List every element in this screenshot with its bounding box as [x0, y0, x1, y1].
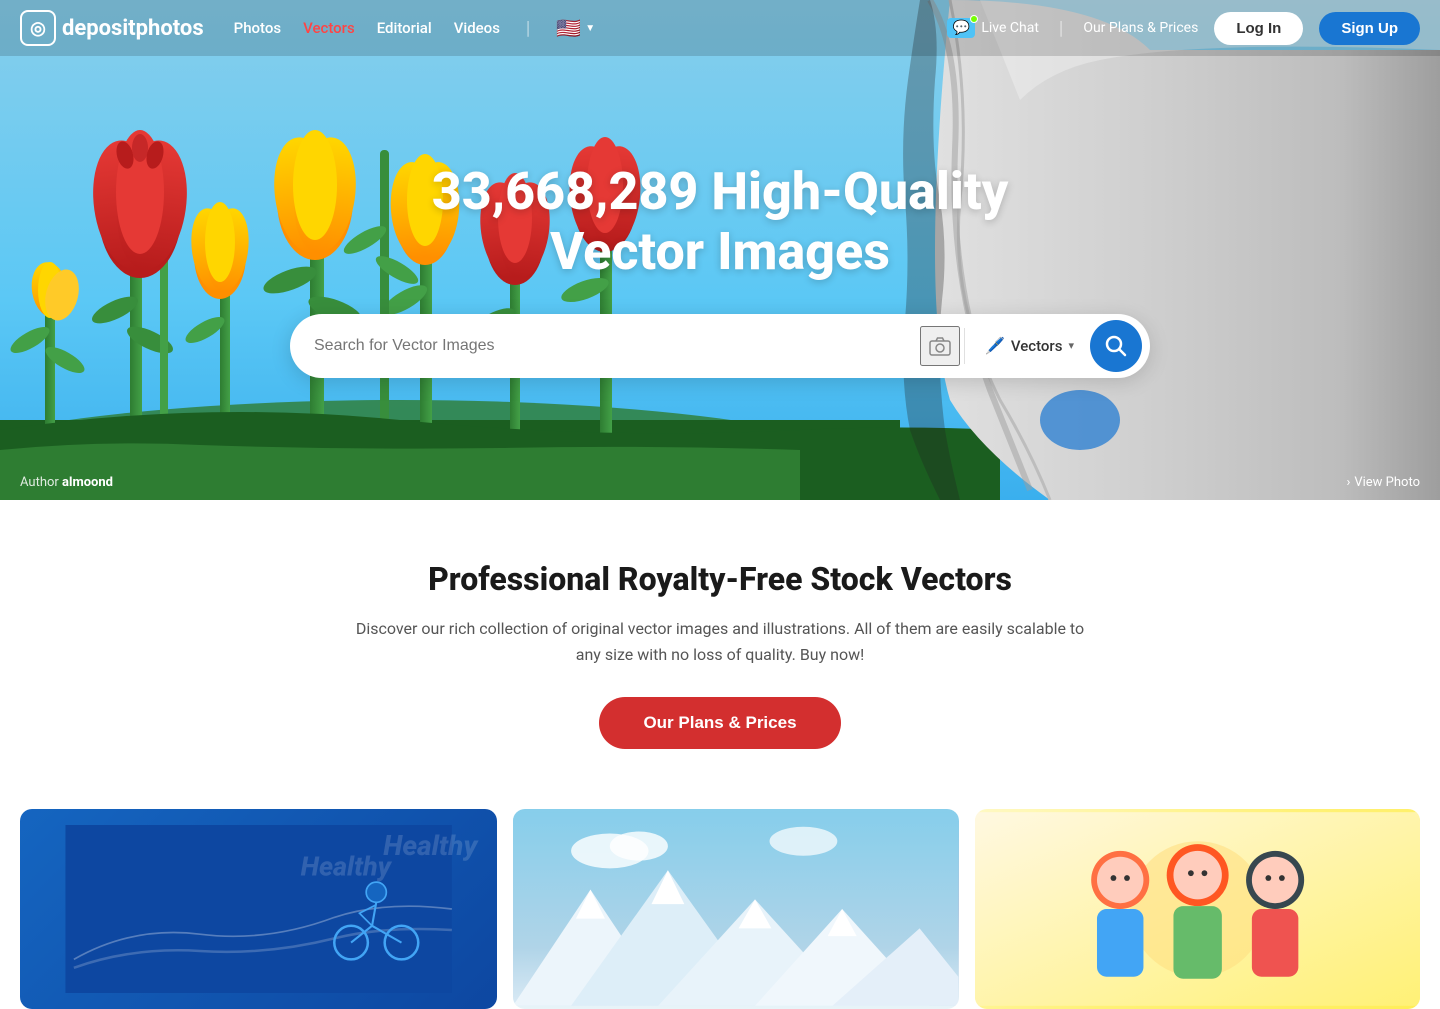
nav-editorial[interactable]: Editorial — [377, 19, 432, 37]
logo[interactable]: ◎ depositphotos — [20, 10, 204, 46]
search-input[interactable] — [314, 337, 920, 355]
nav-divider-2: | — [1059, 18, 1063, 39]
hero-title: 33,668,289 High-Quality Vector Images — [432, 162, 1009, 282]
section-title: Professional Royalty-Free Stock Vectors — [20, 560, 1420, 598]
thumbnail-2-svg — [513, 809, 958, 1009]
search-icon — [1105, 335, 1127, 357]
logo-icon: ◎ — [20, 10, 56, 46]
search-button[interactable] — [1090, 320, 1142, 372]
section-description: Discover our rich collection of original… — [345, 616, 1095, 667]
nav-right: 💬 Live Chat | Our Plans & Prices Log In … — [947, 12, 1420, 45]
camera-icon — [929, 336, 951, 356]
camera-search-button[interactable] — [920, 326, 960, 366]
thumbnail-3[interactable] — [975, 809, 1420, 1009]
chevron-down-icon: ▼ — [585, 23, 595, 34]
nav-links: Photos Vectors Editorial Videos | 🇺🇸 ▼ — [234, 16, 948, 40]
author-name: almoond — [62, 475, 113, 490]
professional-section: Professional Royalty-Free Stock Vectors … — [0, 500, 1440, 789]
chat-icon: 💬 — [947, 18, 975, 38]
hero-section: 33,668,289 High-Quality Vector Images 🖊️… — [0, 0, 1440, 500]
chevron-right-icon: › — [1346, 475, 1350, 490]
search-divider — [964, 328, 965, 364]
author-prefix: Author — [20, 475, 59, 490]
search-bar: 🖊️ Vectors ▾ — [290, 314, 1150, 378]
search-type-dropdown[interactable]: 🖊️ Vectors ▾ — [969, 336, 1090, 355]
chevron-icon: ▾ — [1068, 339, 1074, 352]
logo-text: depositphotos — [62, 16, 204, 41]
nav-divider: | — [526, 18, 530, 39]
author-info: Author almoond — [20, 475, 113, 490]
signup-button[interactable]: Sign Up — [1319, 12, 1420, 45]
thumbnail-row: Healthy — [0, 789, 1440, 1009]
hero-background: 33,668,289 High-Quality Vector Images 🖊️… — [0, 0, 1440, 500]
author-bar: Author almoond › View Photo — [0, 465, 1440, 500]
live-chat-label: Live Chat — [981, 20, 1039, 36]
vector-icon: 🖊️ — [985, 336, 1005, 355]
search-type-label: Vectors — [1011, 337, 1063, 355]
flag-icon: 🇺🇸 — [556, 16, 581, 40]
login-button[interactable]: Log In — [1214, 12, 1303, 45]
svg-text:Healthy: Healthy — [301, 851, 393, 883]
navigation: ◎ depositphotos Photos Vectors Editorial… — [0, 0, 1440, 56]
view-photo-link[interactable]: › View Photo — [1346, 475, 1420, 490]
nav-vectors[interactable]: Vectors — [303, 19, 355, 37]
thumbnail-1-svg: Healthy — [36, 825, 481, 993]
plans-link[interactable]: Our Plans & Prices — [1083, 20, 1198, 36]
thumbnail-3-svg — [975, 809, 1420, 1009]
thumbnail-2[interactable] — [513, 809, 958, 1009]
thumbnail-1[interactable]: Healthy — [20, 809, 497, 1009]
language-selector[interactable]: 🇺🇸 ▼ — [556, 16, 595, 40]
plans-cta-button[interactable]: Our Plans & Prices — [599, 697, 840, 749]
online-dot — [970, 15, 978, 23]
nav-videos[interactable]: Videos — [454, 19, 500, 37]
view-photo-label: View Photo — [1354, 475, 1420, 490]
live-chat[interactable]: 💬 Live Chat — [947, 18, 1039, 38]
hero-overlay: 33,668,289 High-Quality Vector Images 🖊️… — [0, 0, 1440, 500]
nav-photos[interactable]: Photos — [234, 19, 281, 37]
